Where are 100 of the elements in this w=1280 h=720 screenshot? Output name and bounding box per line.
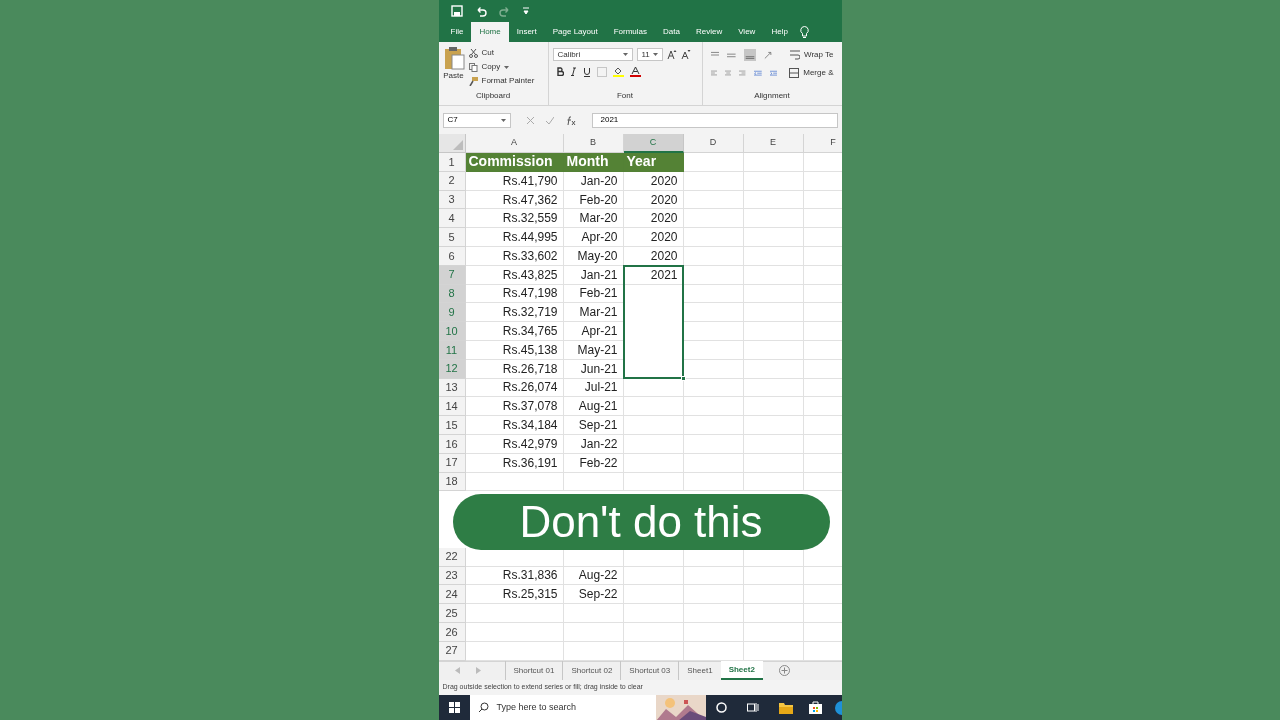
row-header[interactable]: 2: [438, 171, 466, 191]
row-header[interactable]: 22: [438, 547, 466, 567]
column-heading: Commission: [465, 153, 564, 172]
row-header[interactable]: 11: [438, 340, 466, 360]
table-cell: Mar-21: [563, 303, 624, 323]
table-cell: Rs.36,191: [465, 453, 564, 473]
row-header[interactable]: 5: [438, 228, 466, 247]
table-cell: Aug-22: [563, 566, 624, 586]
row-header[interactable]: 25: [438, 604, 466, 623]
row-header[interactable]: 18: [438, 472, 466, 492]
table-cell: Feb-22: [563, 453, 624, 473]
merge-button[interactable]: Merge &: [789, 67, 834, 79]
ribbon-tab[interactable]: Page Layout: [544, 22, 606, 42]
row-header[interactable]: 6: [438, 247, 466, 266]
column-header[interactable]: D: [683, 134, 744, 153]
column-header[interactable]: A: [465, 134, 564, 153]
ribbon-tab[interactable]: Review: [687, 22, 731, 42]
table-cell: Jun-21: [563, 359, 624, 379]
row-header[interactable]: 24: [438, 585, 466, 605]
group-label: Clipboard: [474, 90, 512, 102]
table-cell: 2020: [623, 171, 684, 191]
row-header[interactable]: 26: [438, 622, 466, 642]
row-header[interactable]: 8: [438, 284, 466, 304]
group-label: Font: [616, 90, 634, 102]
table-cell: 2020: [623, 228, 684, 247]
table-cell: Rs.47,198: [465, 284, 564, 304]
table-cell: Rs.43,825: [465, 265, 564, 285]
column-header[interactable]: E: [743, 134, 804, 153]
row-header[interactable]: 17: [438, 453, 466, 473]
table-cell: Rs.44,995: [465, 228, 564, 247]
ribbon-tab[interactable]: File: [442, 22, 472, 42]
format-painter-button[interactable]: Format Painter: [468, 75, 535, 87]
table-cell: Rs.42,979: [465, 434, 564, 454]
table-cell: Jan-22: [563, 434, 624, 454]
table-cell: Sep-22: [563, 585, 624, 605]
table-cell: Rs.32,719: [465, 303, 564, 323]
paste-button[interactable]: Paste: [442, 46, 465, 90]
caption-banner: Don't do this: [452, 494, 830, 550]
table-cell: Rs.37,078: [465, 397, 564, 417]
row-header[interactable]: 9: [438, 303, 466, 323]
ribbon-tab[interactable]: Formulas: [605, 22, 656, 42]
table-cell: 2021: [623, 265, 684, 285]
row-header[interactable]: 7: [438, 265, 466, 285]
table-cell: Rs.31,836: [465, 566, 564, 586]
table-cell: Rs.33,602: [465, 247, 564, 266]
table-cell: Rs.41,790: [465, 171, 564, 191]
column-heading: Month: [563, 153, 624, 172]
ribbon-tab[interactable]: Home: [471, 22, 509, 42]
table-cell: Rs.26,074: [465, 378, 564, 398]
table-cell: Feb-21: [563, 284, 624, 304]
row-header[interactable]: 14: [438, 397, 466, 417]
copy-button[interactable]: Copy: [468, 61, 535, 73]
row-header[interactable]: 3: [438, 190, 466, 210]
table-cell: Apr-21: [563, 322, 624, 341]
table-cell: Rs.32,559: [465, 209, 564, 229]
column-header[interactable]: B: [563, 134, 624, 153]
table-cell: Jan-21: [563, 265, 624, 285]
table-cell: May-20: [563, 247, 624, 266]
formula-input[interactable]: 2021: [591, 112, 838, 128]
table-cell: Rs.26,718: [465, 359, 564, 379]
table-cell: Jan-20: [563, 171, 624, 191]
font-name-field[interactable]: Calibri: [552, 48, 633, 61]
table-cell: Rs.34,765: [465, 322, 564, 341]
table-cell: 2020: [623, 247, 684, 266]
table-cell: Rs.25,315: [465, 585, 564, 605]
table-cell: Rs.34,184: [465, 416, 564, 435]
font-size-field[interactable]: 11: [636, 48, 663, 61]
table-cell: 2020: [623, 190, 684, 210]
row-header[interactable]: 10: [438, 322, 466, 341]
group-label: Alignment: [753, 90, 791, 102]
table-cell: Rs.47,362: [465, 190, 564, 210]
ribbon-tab[interactable]: Help: [763, 22, 796, 42]
sheet-tab[interactable]: Sheet2: [720, 661, 763, 680]
name-box[interactable]: C7: [442, 112, 511, 128]
table-cell: Apr-20: [563, 228, 624, 247]
table-cell: Rs.45,138: [465, 340, 564, 360]
column-heading: Year: [623, 153, 684, 172]
wrap-text-button[interactable]: Wrap Te: [790, 49, 834, 61]
ribbon-tab[interactable]: Insert: [508, 22, 545, 42]
table-cell: Sep-21: [563, 416, 624, 435]
row-header[interactable]: 4: [438, 209, 466, 229]
row-header[interactable]: 15: [438, 416, 466, 435]
column-header[interactable]: F: [803, 134, 842, 153]
column-header[interactable]: C: [623, 134, 684, 153]
taskbar-search-field[interactable]: Type here to search: [469, 694, 706, 720]
ribbon-tab[interactable]: View: [730, 22, 764, 42]
cut-button[interactable]: Cut: [468, 47, 535, 59]
row-header[interactable]: 13: [438, 378, 466, 398]
table-cell: Feb-20: [563, 190, 624, 210]
row-header[interactable]: 27: [438, 641, 466, 661]
row-header[interactable]: 23: [438, 566, 466, 586]
table-cell: May-21: [563, 340, 624, 360]
ribbon-tab[interactable]: Data: [655, 22, 688, 42]
table-cell: Aug-21: [563, 397, 624, 417]
row-header[interactable]: 1: [438, 153, 466, 172]
row-header[interactable]: 12: [438, 359, 466, 379]
table-cell: Mar-20: [563, 209, 624, 229]
row-header[interactable]: 16: [438, 434, 466, 454]
table-cell: Jul-21: [563, 378, 624, 398]
table-cell: 2020: [623, 209, 684, 229]
